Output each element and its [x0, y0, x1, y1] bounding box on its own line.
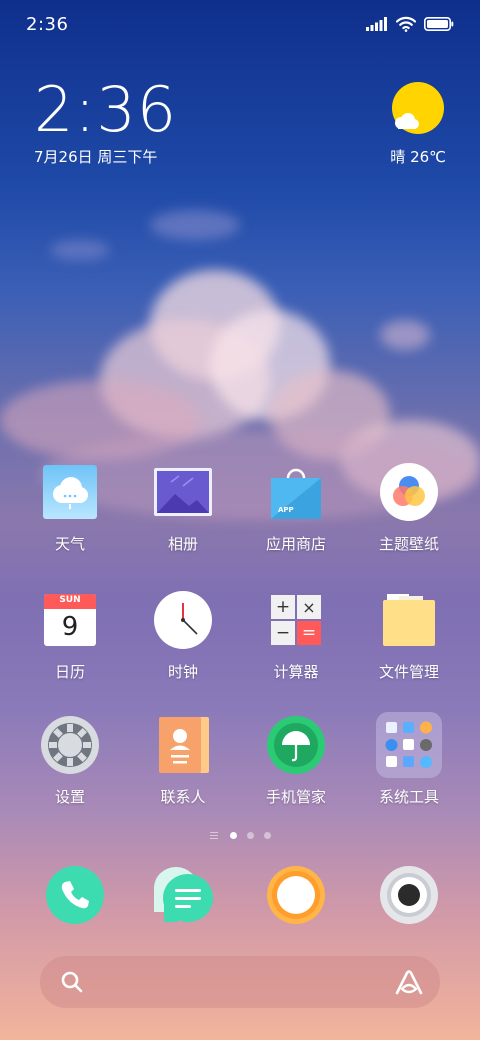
battery-icon: [424, 17, 454, 31]
calculator-icon: + × − =: [266, 590, 326, 650]
page-dot-active: [229, 831, 237, 839]
folder-icon: [376, 712, 442, 778]
page-dot: [246, 831, 254, 839]
widget-date: 7月26日 周三下午: [34, 148, 158, 166]
app-label: 联系人: [160, 788, 206, 806]
page-indicator[interactable]: [0, 828, 480, 842]
app-label: 系统工具: [378, 788, 439, 806]
widget-time: 2:36: [34, 73, 178, 146]
app-security[interactable]: 手机管家: [236, 715, 356, 807]
app-store-badge: APP: [278, 506, 294, 514]
calendar-date: 9: [61, 612, 79, 642]
status-bar: 2:36: [0, 0, 480, 50]
weather-icon: [40, 462, 100, 522]
calc-times: ×: [297, 595, 321, 619]
app-store-icon: APP: [266, 462, 326, 522]
app-store[interactable]: APP 应用商店: [236, 462, 356, 554]
calc-equals: =: [297, 621, 321, 645]
security-icon: [266, 715, 326, 775]
app-weather[interactable]: 天气: [10, 462, 130, 554]
gallery-icon: [153, 462, 213, 522]
calc-minus: −: [271, 621, 295, 645]
app-themes[interactable]: 主题壁纸: [349, 462, 469, 554]
status-icons: [366, 16, 454, 32]
app-label: 设置: [54, 788, 85, 806]
clock-widget[interactable]: 2:36 7月26日 周三下午: [34, 78, 177, 167]
app-calculator[interactable]: + × − = 计算器: [236, 590, 356, 682]
app-folder-system-tools[interactable]: 系统工具: [349, 712, 469, 807]
app-label: 手机管家: [265, 788, 326, 806]
app-clock[interactable]: 时钟: [123, 590, 243, 682]
signal-icon: [366, 17, 387, 31]
cloud-icon: [395, 113, 419, 129]
app-label: 应用商店: [265, 535, 326, 553]
calendar-icon: SUN 9: [40, 590, 100, 650]
weather-condition: 晴: [390, 148, 406, 166]
phone-icon: [46, 866, 104, 924]
messages-icon: [154, 867, 213, 922]
app-label: 相册: [167, 535, 198, 553]
file-manager-icon: [379, 590, 439, 650]
app-label: 天气: [54, 535, 85, 553]
app-gallery[interactable]: 相册: [123, 462, 243, 554]
dock: [0, 860, 480, 930]
camera-icon: [380, 866, 438, 924]
page-list-icon: [209, 831, 218, 839]
app-settings[interactable]: 设置: [10, 715, 130, 807]
app-label: 日历: [54, 663, 85, 681]
contacts-icon: [153, 715, 213, 775]
search-bar[interactable]: [40, 956, 440, 1008]
search-icon: [61, 971, 83, 993]
weather-temperature: 26℃: [410, 148, 446, 166]
app-calendar[interactable]: SUN 9 日历: [10, 590, 130, 682]
page-dot: [263, 831, 271, 839]
dock-camera[interactable]: [374, 860, 444, 930]
weather-widget[interactable]: 晴 26℃: [356, 82, 446, 172]
app-contacts[interactable]: 联系人: [123, 715, 243, 807]
browser-icon: [267, 866, 325, 924]
app-label: 主题壁纸: [378, 535, 439, 553]
weather-text: 晴 26℃: [390, 146, 446, 167]
app-file-manager[interactable]: 文件管理: [349, 590, 469, 682]
wifi-icon: [396, 16, 416, 32]
dock-messages[interactable]: [150, 860, 220, 930]
clock-icon: [153, 590, 213, 650]
app-label: 时钟: [167, 663, 198, 681]
dock-browser[interactable]: [261, 860, 331, 930]
assistant-icon[interactable]: [394, 969, 424, 995]
themes-icon: [379, 462, 439, 522]
app-label: 计算器: [273, 663, 319, 681]
status-time: 2:36: [26, 14, 69, 35]
dock-phone[interactable]: [40, 860, 110, 930]
app-label: 文件管理: [378, 663, 439, 681]
calendar-day: SUN: [59, 595, 81, 605]
settings-icon: [40, 715, 100, 775]
calc-plus: +: [271, 595, 295, 619]
